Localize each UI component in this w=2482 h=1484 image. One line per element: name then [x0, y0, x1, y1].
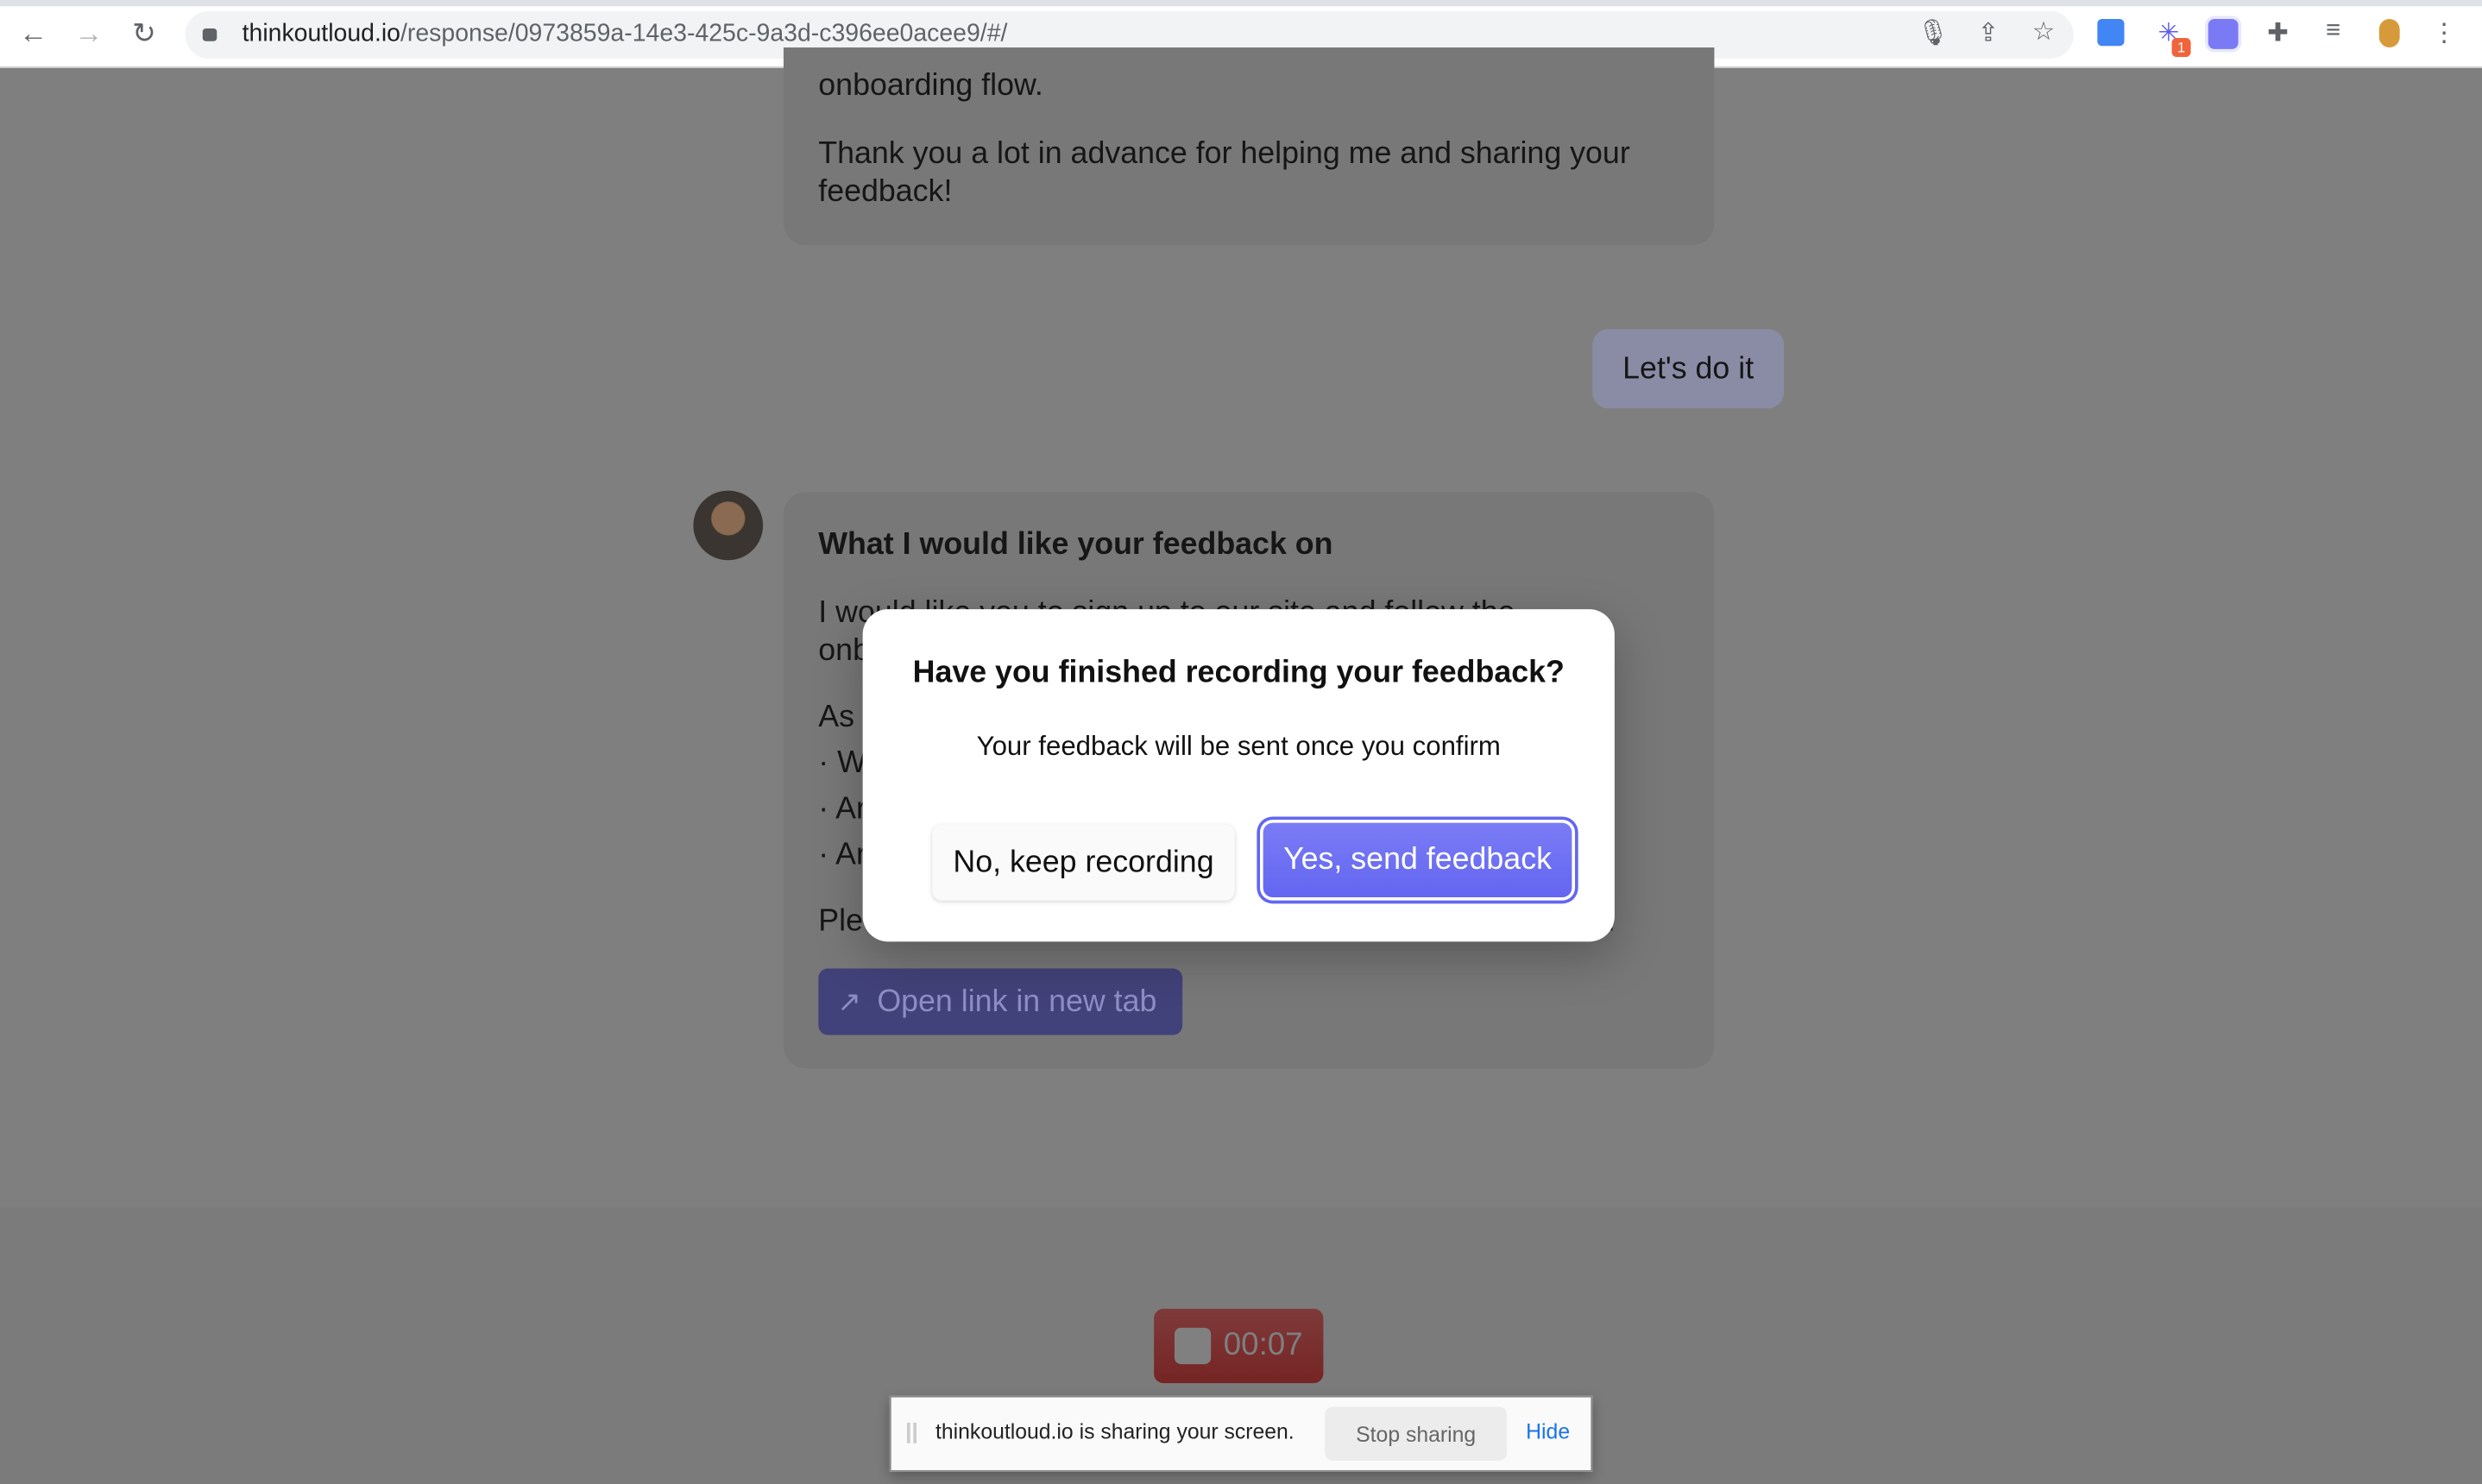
star-icon[interactable]: ☆: [2028, 16, 2060, 47]
open-link-button[interactable]: ↗ Open link in new tab: [818, 968, 1183, 1035]
forward-icon[interactable]: →: [72, 17, 104, 51]
microphone-icon[interactable]: 🎙: [1917, 17, 1949, 49]
message-text: As: [818, 699, 855, 735]
share-icon[interactable]: ⇪: [1972, 17, 2004, 49]
back-icon[interactable]: ←: [17, 17, 49, 51]
puzzle-icon[interactable]: ✚: [2262, 17, 2294, 49]
tab-strip: [0, 0, 2482, 7]
message-text: Thank you a lot in advance for helping m…: [818, 135, 1630, 172]
url-path: /response/0973859a-14e3-425c-9a3d-c396ee…: [400, 20, 1008, 48]
hide-button[interactable]: Hide: [1526, 1419, 1570, 1443]
share-message: thinkoutloud.io is sharing your screen.: [935, 1419, 1295, 1443]
profile-avatar[interactable]: [2378, 19, 2400, 48]
google-translate-icon[interactable]: [2097, 19, 2125, 47]
message-text: Ple: [818, 903, 863, 939]
drag-handle[interactable]: [906, 1422, 917, 1443]
reading-list-icon[interactable]: ≡: [2317, 17, 2349, 46]
list-item: · Ar: [818, 791, 866, 827]
recording-timer: 00:07: [1223, 1327, 1303, 1363]
dialog-title: Have you finished recording your feedbac…: [912, 655, 1565, 690]
more-icon[interactable]: ⋮: [2428, 17, 2460, 49]
lock-icon[interactable]: [202, 28, 217, 41]
message-text: feedback!: [818, 173, 953, 210]
message-text: onboarding flow.: [818, 67, 1043, 104]
confirm-dialog: Have you finished recording your feedbac…: [862, 609, 1615, 942]
dialog-subtitle: Your feedback will be sent once you conf…: [976, 731, 1501, 762]
open-link-label: Open link in new tab: [877, 983, 1157, 1019]
user-reply-text: Let's do it: [1622, 351, 1754, 387]
extension-icon[interactable]: [2208, 19, 2239, 49]
keep-recording-button[interactable]: No, keep recording: [932, 824, 1235, 901]
user-reply-bubble: Let's do it: [1592, 329, 1785, 409]
extension-badge: 1: [2171, 38, 2191, 58]
stop-sharing-button[interactable]: Stop sharing: [1325, 1406, 1508, 1461]
reload-icon[interactable]: ↻: [129, 17, 161, 51]
list-item: · Ar: [818, 837, 866, 872]
list-item: · W: [818, 745, 866, 781]
external-link-icon: ↗: [837, 984, 861, 1017]
url-host: thinkoutloud.io: [242, 20, 400, 48]
stop-recording-button[interactable]: 00:07: [1154, 1308, 1324, 1384]
message-heading: What I would like your feedback on: [818, 526, 1333, 563]
stop-icon: [1174, 1327, 1212, 1365]
screen-share-bar: thinkoutloud.io is sharing your screen. …: [889, 1395, 1593, 1472]
send-feedback-button[interactable]: Yes, send feedback: [1263, 822, 1572, 897]
url-text[interactable]: thinkoutloud.io/response/0973859a-14e3-4…: [243, 21, 1008, 49]
message-card-intro: onboarding flow. Thank you a lot in adva…: [783, 47, 1715, 246]
avatar: [693, 490, 764, 561]
